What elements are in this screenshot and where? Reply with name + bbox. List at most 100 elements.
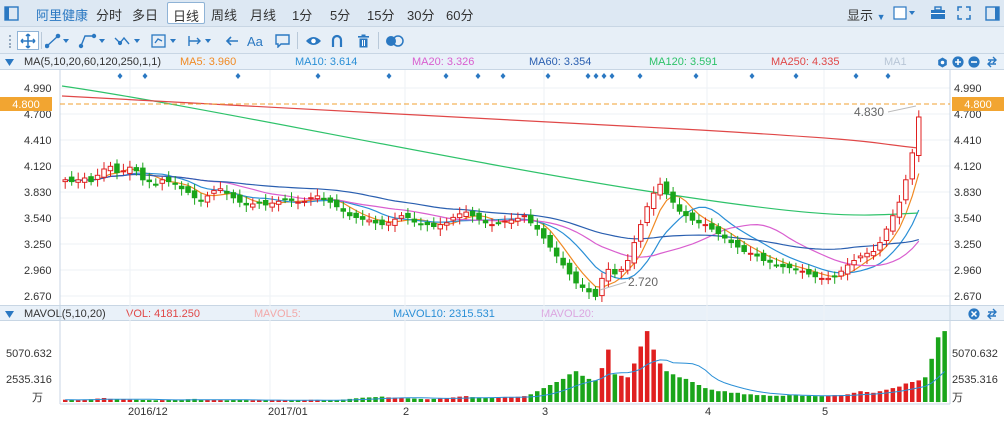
volume-bar — [593, 380, 598, 402]
comment-icon[interactable] — [274, 33, 290, 49]
candle-body — [81, 177, 88, 183]
volume-bar — [502, 397, 508, 402]
event-marker — [117, 73, 123, 79]
candle-body — [120, 170, 127, 173]
mavol10-line — [65, 359, 945, 401]
candle-body — [133, 167, 140, 172]
line-tool-icon[interactable] — [45, 33, 71, 49]
volume-bar — [412, 398, 417, 402]
candle-body — [696, 219, 702, 224]
tab-period-0[interactable]: 分时 — [96, 5, 122, 24]
candle-body — [676, 204, 683, 212]
event-marker — [609, 73, 615, 79]
tab-period-9[interactable]: 60分 — [446, 5, 473, 24]
briefcase-icon[interactable] — [930, 5, 946, 21]
range-measure-icon[interactable] — [187, 33, 217, 49]
candle-body — [198, 199, 204, 202]
sidebar-toggle-icon[interactable] — [3, 5, 19, 21]
collapse-caret-icon[interactable] — [4, 57, 14, 67]
text-tool-icon[interactable]: Aa — [247, 33, 267, 49]
tab-period-1[interactable]: 多日 — [132, 5, 158, 24]
indicator-settings-icon[interactable] — [936, 56, 948, 68]
candle-body — [864, 252, 870, 258]
candle-body — [747, 252, 754, 255]
volume-bar — [463, 396, 469, 402]
volume-bar — [483, 397, 488, 402]
volume-bar — [153, 400, 158, 402]
undo-arrow-icon[interactable] — [224, 33, 240, 49]
remove-indicator-icon[interactable] — [968, 56, 980, 68]
candle — [592, 286, 599, 301]
stock-chart[interactable]: 4.990 4.700 4.410 4.120 3.830 3.540 3.25… — [0, 70, 1004, 423]
fibonacci-tool-icon[interactable] — [150, 33, 180, 49]
stock-name[interactable]: 阿里健康 — [36, 5, 88, 24]
channel-tool-icon[interactable] — [78, 33, 108, 49]
volume-bar — [664, 371, 669, 402]
collapse-panel-icon[interactable] — [984, 5, 1000, 21]
candle — [392, 212, 398, 232]
candle-body — [431, 222, 437, 227]
candle-body — [411, 218, 418, 223]
candle-body — [243, 202, 249, 206]
volume-bar — [709, 389, 715, 402]
display-menu[interactable]: 显示 ▼ — [847, 5, 886, 24]
candle — [896, 195, 903, 225]
layout-select-icon[interactable] — [893, 5, 917, 21]
indicator-swap-icon[interactable] — [986, 56, 998, 68]
candle-body — [269, 202, 275, 208]
low-annotation: 2.720 — [628, 275, 658, 289]
volume-bar — [819, 396, 824, 402]
current-price-right: 4.800 — [964, 99, 992, 111]
ma120-line — [61, 85, 919, 216]
candle — [431, 217, 437, 230]
candle-body — [418, 223, 424, 226]
candle-body — [469, 210, 476, 217]
candle-body — [327, 197, 334, 203]
tab-period-6[interactable]: 5分 — [330, 5, 350, 24]
volume-bar — [140, 400, 146, 402]
candle-body — [870, 251, 877, 257]
candle-body — [857, 255, 864, 259]
crosshair-move-icon[interactable] — [19, 33, 37, 49]
eye-icon[interactable] — [304, 33, 322, 49]
candle-body — [831, 275, 838, 278]
tab-period-4[interactable]: 月线 — [250, 5, 276, 24]
add-indicator-icon[interactable] — [952, 56, 964, 68]
candle-body — [68, 176, 75, 183]
volume-bar — [877, 391, 883, 402]
candle-body — [204, 195, 211, 203]
y-axis-right: 4.990 4.700 4.410 4.120 3.830 3.540 3.25… — [954, 83, 982, 303]
candle-body — [838, 270, 844, 277]
candle — [68, 171, 75, 186]
candle — [870, 244, 877, 260]
candle — [165, 171, 172, 187]
tab-period-8[interactable]: 30分 — [407, 5, 434, 24]
magnet-icon[interactable] — [329, 33, 345, 49]
candle — [81, 172, 88, 189]
candle-body — [586, 288, 592, 293]
candle-body — [262, 200, 269, 206]
candle — [94, 168, 101, 187]
volume-bar — [735, 392, 740, 403]
tab-period-7[interactable]: 15分 — [367, 5, 394, 24]
price-tick: 3.540 — [24, 213, 52, 225]
candle-body — [702, 224, 709, 227]
fullscreen-icon[interactable] — [956, 5, 972, 21]
wave-tool-icon[interactable] — [113, 33, 143, 49]
candle-body — [353, 212, 359, 219]
candle — [553, 241, 560, 264]
current-price-left: 4.800 — [12, 99, 40, 111]
candle-body — [178, 185, 185, 190]
candle — [566, 259, 573, 281]
tab-period-3[interactable]: 周线 — [211, 5, 237, 24]
candle — [851, 254, 857, 271]
candle — [689, 210, 696, 225]
tab-period-5[interactable]: 1分 — [292, 5, 312, 24]
trash-icon[interactable] — [355, 33, 371, 49]
event-marker — [853, 73, 859, 79]
candle — [780, 258, 786, 274]
candle — [359, 210, 366, 226]
tab-period-2[interactable]: 日线 — [167, 2, 206, 24]
compare-toggle-icon[interactable] — [385, 33, 405, 49]
candle-body — [385, 222, 392, 226]
